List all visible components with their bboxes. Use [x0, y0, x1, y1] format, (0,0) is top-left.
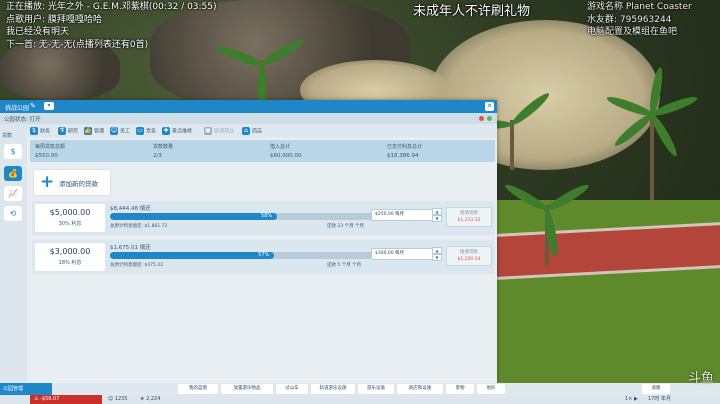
shop-icon: ⌂: [242, 127, 250, 135]
park-status-bar: 公园状态: 打开: [0, 113, 497, 124]
loan-progress-fill: [110, 252, 275, 259]
loan-progress-label: 57%: [258, 252, 270, 258]
summary-borrowed: 借入总计 $60,000.00: [270, 144, 302, 159]
loan-balance: $1,675.01 偿还: [110, 245, 151, 251]
dollar-icon: $: [30, 127, 38, 135]
loan-summary: 每周贷款总额 $550.00 贷款数量 2/3 借入总计 $60,000.00 已支付…: [30, 140, 495, 162]
next-song: 下一首: 无-无-无(点播列表还有0首): [6, 39, 149, 50]
status-green-icon[interactable]: [487, 116, 492, 121]
wrench-icon: ✚: [162, 127, 170, 135]
pc-info: 电脑配置及模组在鱼吧: [587, 27, 678, 37]
douyu-watermark: 斗鱼: [688, 371, 715, 386]
loan-amount-box: $5,000.00 30% 利息: [35, 204, 105, 232]
add-loan-button[interactable]: + 添加新的贷款: [34, 170, 110, 195]
toolbar-terrain[interactable]: 地形: [477, 384, 505, 394]
sidebar-loans-label: 贷款: [2, 133, 13, 139]
loan-remaining: 还款 5 个月 个月: [327, 263, 362, 268]
dropdown-icon[interactable]: ▾: [44, 102, 54, 110]
loan-original-interest: 总原计利息偿还: $1,861.72: [110, 224, 168, 229]
payment-down-button[interactable]: ▼: [432, 215, 442, 222]
game-speed[interactable]: 1× ▶: [625, 395, 638, 404]
park-status: 公园状态: 打开: [4, 117, 41, 123]
status-red-icon[interactable]: [479, 116, 484, 121]
sidebar-chart-button[interactable]: 📈: [4, 186, 22, 201]
summary-interest: 已支付利息总计 $18,386.94: [387, 144, 423, 159]
edit-icon[interactable]: ✎: [30, 102, 36, 110]
tab-business[interactable]: ▣ 管理营业: [204, 127, 234, 135]
guest-count[interactable]: ☺ 1235: [108, 395, 128, 404]
loan-progress-fill: [110, 213, 278, 220]
loan-progress-bar: 57%: [110, 252, 398, 259]
toolbar-rides[interactable]: 游乐设施: [358, 384, 394, 394]
tab-research[interactable]: ⚗ 研究: [58, 127, 78, 135]
finance-sidebar: 贷款 $ 💰 📈 ⟲: [0, 124, 27, 383]
briefcase-icon: ▣: [204, 127, 212, 135]
flask-icon: ⚗: [58, 127, 66, 135]
finance-panel: 挑战公园 ✎ ▾ ✕ 公园状态: 打开 $ 财务 ⚗ 研究 👍 管理 ☺ 员工 ▭ 票务 …: [0, 100, 497, 383]
loan-card: $5,000.00 30% 利息 $8,444.48 偿还 58% 总原计利息偿…: [32, 201, 495, 235]
loan-remaining: 还款 23 个月 个月: [327, 224, 365, 229]
tab-finance[interactable]: $ 财务: [30, 127, 50, 135]
loan-progress-label: 58%: [261, 213, 273, 219]
tab-management[interactable]: 👍 管理: [84, 127, 104, 135]
loan-balance: $8,444.48 偿还: [110, 206, 151, 212]
game-status-line: ⚠ -$56.07 ☺ 1235 ★ 2,224 1× ▶ 17时 年月: [0, 395, 720, 404]
stream-overlay-left: 正在播放: 光年之外 - G.E.M.邓紫棋(00:32 / 03:55) 点歌…: [6, 1, 217, 51]
repay-loan-button[interactable]: 偿清贷款 $1,200.04: [446, 246, 492, 266]
stream-overlay-right: 游戏名称 Planet Coaster 水友群: 795963244 电脑配置及…: [587, 1, 692, 39]
park-management-button[interactable]: 公园管理: [0, 383, 52, 395]
panel-titlebar[interactable]: 挑战公园 ✎ ▾ ✕: [0, 100, 497, 113]
summary-count: 贷款数量 2/3: [153, 144, 174, 159]
build-toolbar: 公园管理 我的蓝图 放置游乐物品 过山车 轨道游乐设施 游乐设施 商店和设施 景…: [0, 383, 720, 395]
thumb-icon: 👍: [84, 127, 92, 135]
finance-tabbar: $ 财务 ⚗ 研究 👍 管理 ☺ 员工 ▭ 票务 ✚ 景点维修 ▣ 管理营业 ⌂ 商店: [0, 124, 497, 138]
game-name: 游戏名称 Planet Coaster: [587, 2, 692, 12]
toolbar-coasters[interactable]: 过山车: [276, 384, 308, 394]
repay-loan-button[interactable]: 偿清贷款 $1,213.32: [446, 207, 492, 227]
close-button[interactable]: ✕: [485, 102, 494, 111]
summary-weekly: 每周贷款总额 $550.00: [35, 144, 66, 159]
tab-shops[interactable]: ⌂ 商店: [242, 127, 262, 135]
loan-original-interest: 总原计利息偿还: $475.22: [110, 263, 164, 268]
panel-title: 挑战公园: [5, 105, 30, 112]
toolbar-flat-rides[interactable]: 放置游乐物品: [221, 384, 273, 394]
payment-up-button[interactable]: ▲: [432, 247, 442, 254]
payment-up-button[interactable]: ▲: [432, 208, 442, 215]
loan-progress-bar: 58%: [110, 213, 398, 220]
sidebar-loans-button[interactable]: 💰: [4, 166, 22, 181]
guest-icon: ☺: [108, 396, 115, 402]
sidebar-overview-button[interactable]: $: [4, 144, 22, 159]
toolbar-blueprints[interactable]: 我的蓝图: [178, 384, 218, 394]
toolbar-scenery[interactable]: 景物: [446, 384, 474, 394]
ticket-icon: ▭: [136, 127, 144, 135]
game-time: 17时 年月: [648, 396, 671, 402]
gift-notice: 未成年人不许刷礼物: [413, 4, 531, 19]
park-rating[interactable]: ★ 2,224: [140, 395, 160, 404]
person-icon: ☺: [110, 127, 118, 135]
tab-staff[interactable]: ☺ 员工: [110, 127, 130, 135]
monthly-payment-input[interactable]: $300.00 每月: [371, 248, 434, 260]
payment-down-button[interactable]: ▼: [432, 254, 442, 261]
monthly-payment-input[interactable]: $250.00 每月: [371, 209, 434, 221]
lyric-line: 我已经没有明天: [6, 27, 70, 37]
sidebar-history-button[interactable]: ⟲: [4, 206, 22, 221]
toolbar-paths[interactable]: 道路: [642, 384, 670, 394]
now-playing: 正在播放: 光年之外 - G.E.M.邓紫棋(00:32 / 03:55): [6, 2, 217, 12]
tab-tickets[interactable]: ▭ 票务: [136, 127, 156, 135]
loan-card: $3,000.00 18% 利息 $1,675.01 偿还 57% 总原计利息偿…: [32, 240, 495, 274]
loan-amount-box: $3,000.00 18% 利息: [35, 243, 105, 271]
park-money[interactable]: ⚠ -$56.07: [30, 395, 102, 404]
tab-ride-maintenance[interactable]: ✚ 景点维修: [162, 127, 192, 135]
request-user: 点歌用户: 膜拜嘎嘎哈哈: [6, 14, 102, 25]
plus-icon: +: [40, 172, 55, 192]
fan-group: 水友群: 795963244: [587, 14, 672, 25]
toolbar-track-rides[interactable]: 轨道游乐设施: [311, 384, 355, 394]
toolbar-shops[interactable]: 商店和设施: [397, 384, 443, 394]
